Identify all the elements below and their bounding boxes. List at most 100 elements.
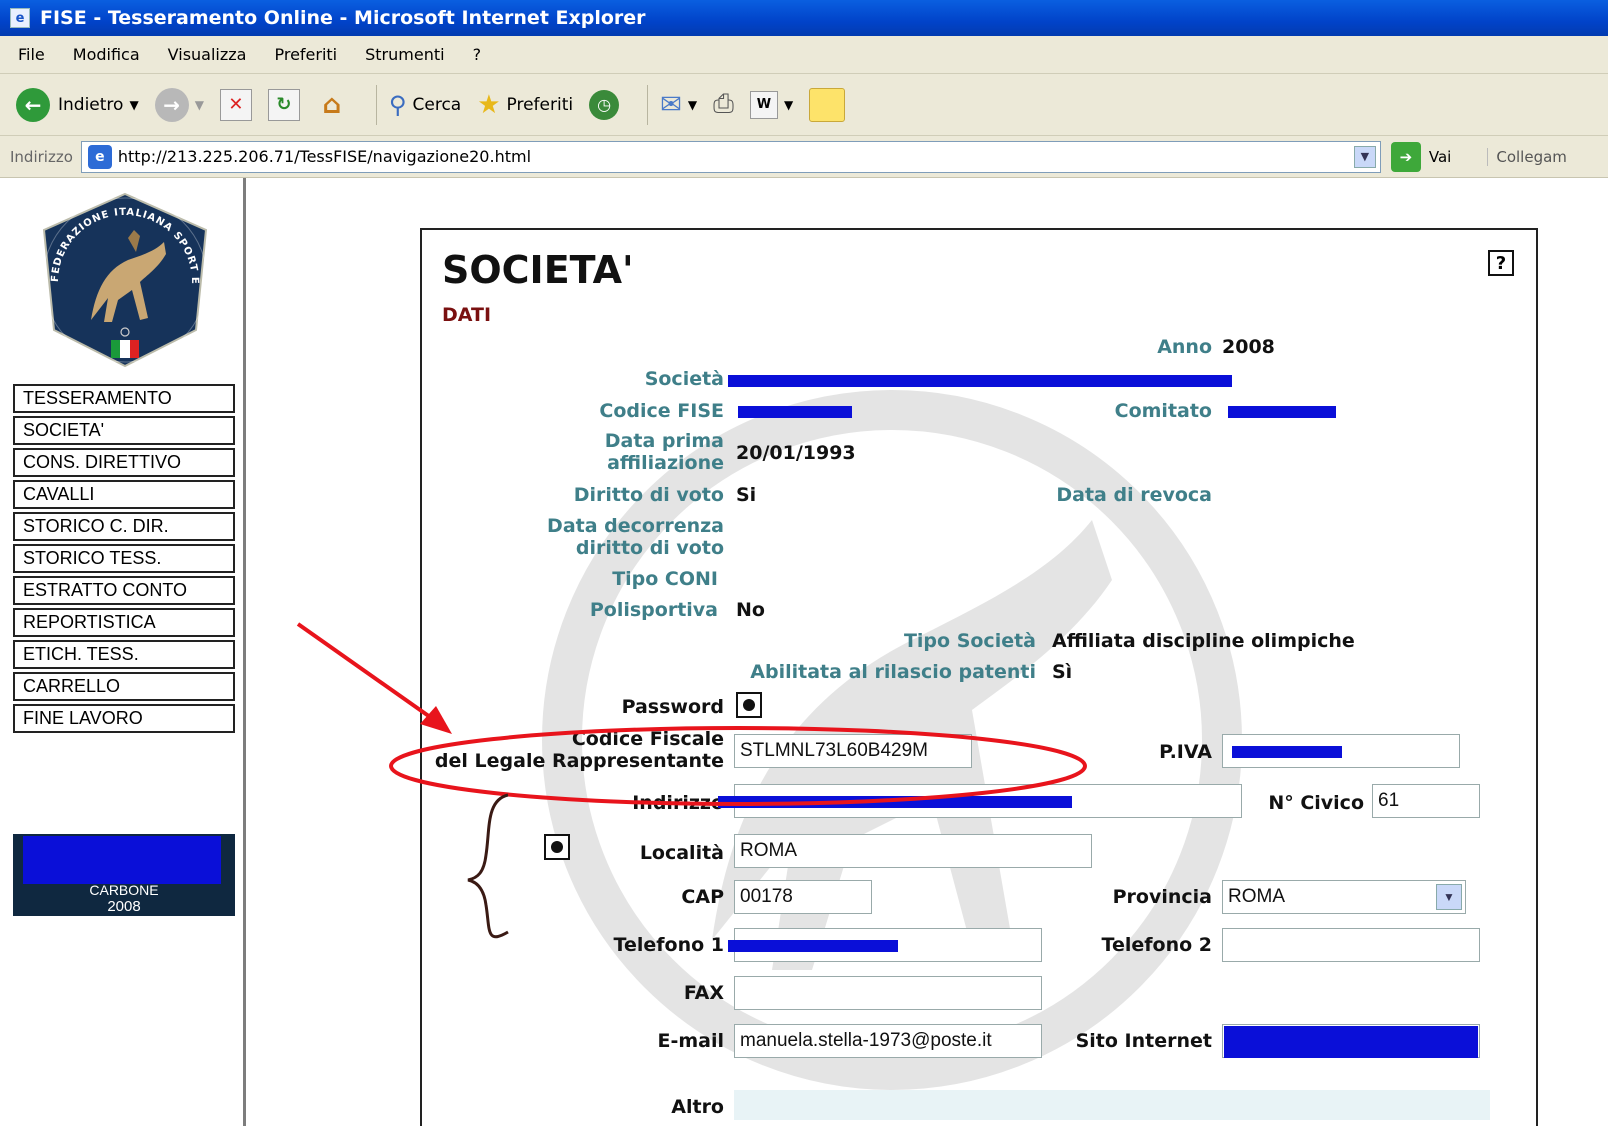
indirizzo-label: Indirizzo xyxy=(632,792,724,814)
sito-internet-label: Sito Internet xyxy=(1075,1030,1212,1052)
edit-button[interactable]: W ▼ xyxy=(749,90,793,119)
back-arrow-icon: ← xyxy=(16,87,50,122)
address-input[interactable]: e http://213.225.206.71/TessFISE/navigaz… xyxy=(80,140,1381,173)
toolbar-separator xyxy=(647,84,649,125)
altro-textarea[interactable] xyxy=(734,1090,1490,1120)
provincia-selected-value: ROMA xyxy=(1228,886,1285,907)
banner-club-name: CARBONE xyxy=(89,882,159,898)
nav-cons-direttivo[interactable]: CONS. DIRETTIVO xyxy=(13,448,235,477)
go-button[interactable]: ➔ Vai xyxy=(1390,141,1452,172)
redacted-piva xyxy=(1232,746,1342,758)
menu-bar: File Modifica Visualizza Preferiti Strum… xyxy=(0,36,1608,74)
provincia-select[interactable]: ROMA ▼ xyxy=(1222,880,1466,914)
back-button[interactable]: ← Indietro ▼ xyxy=(16,87,139,122)
menu-visualizza[interactable]: Visualizza xyxy=(168,45,247,64)
mail-icon: ✉ xyxy=(660,89,682,120)
address-bar: Indirizzo e http://213.225.206.71/TessFI… xyxy=(0,136,1608,178)
localita-label: Località xyxy=(639,842,724,864)
nav-storico-c-dir[interactable]: STORICO C. DIR. xyxy=(13,512,235,541)
nav-tesseramento[interactable]: TESSERAMENTO xyxy=(13,384,235,413)
polisportiva-value: No xyxy=(736,599,765,621)
side-nav: TESSERAMENTO SOCIETA' CONS. DIRETTIVO CA… xyxy=(13,384,235,736)
fax-label: FAX xyxy=(683,982,724,1004)
abilitata-patenti-value: Sì xyxy=(1052,661,1073,683)
fax-input[interactable] xyxy=(734,976,1042,1010)
favorites-button[interactable]: ★ Preferiti xyxy=(477,90,573,120)
notes-button[interactable] xyxy=(809,87,846,122)
links-label[interactable]: Collegam xyxy=(1487,147,1567,166)
menu-file[interactable]: File xyxy=(18,45,45,64)
menu-help[interactable]: ? xyxy=(473,45,482,64)
anno-label: Anno xyxy=(1157,336,1212,358)
home-button[interactable]: ⌂ xyxy=(316,89,348,121)
anno-value: 2008 xyxy=(1222,336,1275,358)
chevron-down-icon[interactable]: ▼ xyxy=(195,98,204,112)
telefono2-label: Telefono 2 xyxy=(1101,934,1212,956)
password-label: Password xyxy=(621,696,724,718)
cap-input[interactable]: 00178 xyxy=(734,880,872,914)
chevron-down-icon[interactable]: ▼ xyxy=(129,98,138,112)
diritto-voto-value: Si xyxy=(736,484,757,506)
favorites-label: Preferiti xyxy=(506,94,574,115)
history-button[interactable]: ◷ xyxy=(589,89,620,120)
go-label: Vai xyxy=(1428,147,1452,166)
menu-strumenti[interactable]: Strumenti xyxy=(365,45,444,64)
window-title-bar: e FISE - Tesseramento Online - Microsoft… xyxy=(0,0,1608,36)
stop-button[interactable]: ✕ xyxy=(219,88,252,121)
email-label: E-mail xyxy=(657,1030,724,1052)
chevron-down-icon[interactable]: ▼ xyxy=(1353,145,1376,168)
nav-estratto-conto[interactable]: ESTRATTO CONTO xyxy=(13,576,235,605)
left-navigation-frame: FEDERAZIONE ITALIANA SPORT EQUESTRI TESS… xyxy=(0,178,244,1126)
nav-etich-tess[interactable]: ETICH. TESS. xyxy=(13,640,235,669)
search-button[interactable]: ⚲ Cerca xyxy=(389,91,461,119)
nav-storico-tess[interactable]: STORICO TESS. xyxy=(13,544,235,573)
codice-fiscale-input[interactable]: STLMNL73L60B429M xyxy=(734,734,972,768)
password-radio[interactable] xyxy=(736,692,762,718)
codice-fise-label: Codice FISE xyxy=(599,400,724,422)
nav-cavalli[interactable]: CAVALLI xyxy=(13,480,235,509)
refresh-button[interactable]: ↻ xyxy=(267,88,300,121)
redacted-codice-fise xyxy=(738,406,852,418)
word-icon: W xyxy=(749,90,778,119)
menu-modifica[interactable]: Modifica xyxy=(73,45,140,64)
data-decorrenza-label: Data decorrenza diritto di voto xyxy=(547,515,724,559)
chevron-down-icon[interactable]: ▼ xyxy=(784,98,793,112)
tipo-societa-value: Affiliata discipline olimpiche xyxy=(1052,630,1355,652)
mail-button[interactable]: ✉ ▼ xyxy=(660,90,697,120)
redaction-box xyxy=(23,836,221,884)
forward-button[interactable]: → ▼ xyxy=(154,87,204,122)
comitato-label: Comitato xyxy=(1114,400,1212,422)
tipo-coni-label: Tipo CONI xyxy=(612,568,718,590)
page-icon: e xyxy=(87,144,112,169)
diritto-voto-label: Diritto di voto xyxy=(573,484,724,506)
menu-preferiti[interactable]: Preferiti xyxy=(274,45,337,64)
provincia-label: Provincia xyxy=(1112,886,1212,908)
print-button[interactable]: ⎙ xyxy=(713,89,734,120)
nav-reportistica[interactable]: REPORTISTICA xyxy=(13,608,235,637)
redacted-societa-name xyxy=(728,375,1232,387)
forward-arrow-icon: → xyxy=(154,87,189,122)
chevron-down-icon[interactable]: ▼ xyxy=(688,98,697,112)
civico-label: N° Civico xyxy=(1268,792,1364,814)
ie-app-icon: e xyxy=(10,8,30,28)
telefono1-label: Telefono 1 xyxy=(613,934,724,956)
localita-input[interactable]: ROMA xyxy=(734,834,1092,868)
nav-fine-lavoro[interactable]: FINE LAVORO xyxy=(13,704,235,733)
redacted-sito-internet xyxy=(1224,1026,1478,1058)
chevron-down-icon[interactable]: ▼ xyxy=(1436,884,1462,910)
telefono2-input[interactable] xyxy=(1222,928,1480,962)
help-button[interactable]: ? xyxy=(1488,250,1514,276)
frame-divider xyxy=(243,178,246,1126)
history-icon: ◷ xyxy=(589,89,620,120)
search-icon: ⚲ xyxy=(388,90,407,119)
email-input[interactable]: manuela.stella-1973@poste.it xyxy=(734,1024,1042,1058)
abilitata-patenti-label: Abilitata al rilascio patenti xyxy=(750,661,1036,683)
banner-year: 2008 xyxy=(107,898,141,915)
nav-societa[interactable]: SOCIETA' xyxy=(13,416,235,445)
stop-icon: ✕ xyxy=(219,88,252,121)
home-icon: ⌂ xyxy=(322,89,342,120)
nav-carrello[interactable]: CARRELLO xyxy=(13,672,235,701)
altro-label: Altro xyxy=(671,1096,724,1118)
civico-input[interactable]: 61 xyxy=(1372,784,1480,818)
societa-panel: SOCIETA' DATI ? Anno 2008 Società Codice… xyxy=(420,228,1538,1126)
